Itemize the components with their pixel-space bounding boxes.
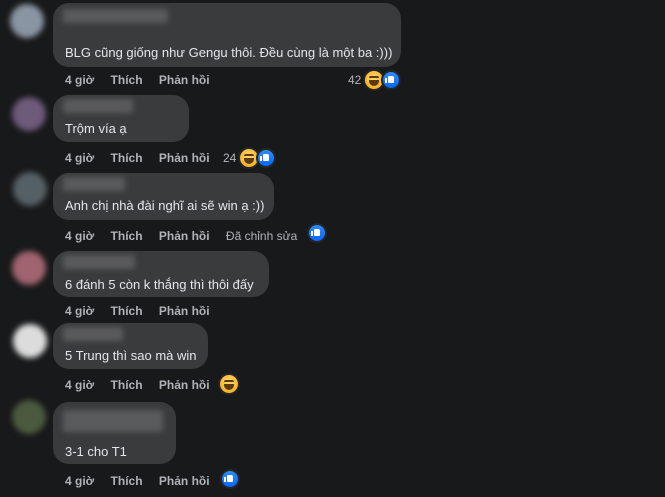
comment-actions: 4 giờ Thích Phản hồi — [65, 474, 223, 488]
comment-text: BLG cũng giống như Gengu thôi. Đều cùng … — [65, 45, 393, 60]
comment-bubble: 3-1 cho T1 — [53, 402, 176, 464]
comment-actions: 4 giờ Thích Phản hồi Đã chỉnh sửa — [65, 229, 310, 243]
reaction-count: 24 — [223, 151, 237, 165]
reactions[interactable] — [218, 373, 240, 395]
comment-actions: 4 giờ Thích Phản hồi — [65, 304, 223, 318]
avatar[interactable] — [12, 251, 46, 285]
like-button[interactable]: Thích — [111, 378, 143, 392]
commenter-name-blurred[interactable] — [63, 177, 125, 191]
like-reaction-icon — [307, 223, 327, 243]
avatar[interactable] — [10, 4, 44, 38]
reactions[interactable]: 42 — [348, 69, 402, 91]
like-reaction-icon — [256, 148, 277, 168]
reaction-count: 42 — [348, 73, 362, 87]
avatar[interactable] — [13, 172, 47, 206]
like-button[interactable]: Thích — [111, 73, 143, 87]
commenter-name-blurred[interactable] — [63, 255, 135, 269]
comment-bubble: 6 đánh 5 còn k thắng thì thôi đấy — [53, 251, 269, 297]
comment-text: Trộm vía ạ — [65, 121, 127, 136]
comment-bubble: BLG cũng giống như Gengu thôi. Đều cùng … — [53, 3, 401, 67]
commenter-name-blurred[interactable] — [63, 9, 168, 23]
avatar[interactable] — [12, 97, 46, 131]
comment-actions: 4 giờ Thích Phản hồi — [65, 378, 223, 392]
comment-bubble: 5 Trung thì sao mà win — [53, 323, 208, 369]
comment-text: Anh chị nhà đài nghĩ ai sẽ win ạ :)) — [65, 198, 265, 213]
like-button[interactable]: Thích — [111, 474, 143, 488]
reactions[interactable]: 24 — [223, 147, 277, 169]
like-reaction-icon — [381, 70, 402, 90]
commenter-name-blurred[interactable] — [63, 327, 123, 341]
commenter-name-blurred[interactable] — [63, 410, 163, 432]
edited-label[interactable]: Đã chỉnh sửa — [226, 229, 297, 243]
comment-actions: 4 giờ Thích Phản hồi — [65, 151, 223, 165]
haha-reaction-icon — [218, 373, 240, 395]
like-button[interactable]: Thích — [111, 229, 143, 243]
reply-button[interactable]: Phản hồi — [159, 229, 210, 243]
reactions[interactable] — [220, 469, 240, 489]
reply-button[interactable]: Phản hồi — [159, 474, 210, 488]
reply-button[interactable]: Phản hồi — [159, 304, 210, 318]
comment-time[interactable]: 4 giờ — [65, 151, 94, 165]
comment-time[interactable]: 4 giờ — [65, 304, 94, 318]
comment-text: 6 đánh 5 còn k thắng thì thôi đấy — [65, 277, 254, 292]
reactions[interactable] — [307, 223, 327, 243]
comment-text: 5 Trung thì sao mà win — [65, 348, 197, 363]
reply-button[interactable]: Phản hồi — [159, 73, 210, 87]
like-button[interactable]: Thích — [111, 151, 143, 165]
reply-button[interactable]: Phản hồi — [159, 151, 210, 165]
comment-time[interactable]: 4 giờ — [65, 378, 94, 392]
comment-actions: 4 giờ Thích Phản hồi — [65, 73, 223, 87]
avatar[interactable] — [13, 324, 47, 358]
comment-time[interactable]: 4 giờ — [65, 229, 94, 243]
avatar[interactable] — [12, 400, 46, 434]
like-reaction-icon — [220, 469, 240, 489]
commenter-name-blurred[interactable] — [63, 99, 133, 113]
comment-bubble: Anh chị nhà đài nghĩ ai sẽ win ạ :)) — [53, 173, 274, 220]
reply-button[interactable]: Phản hồi — [159, 378, 210, 392]
comment-time[interactable]: 4 giờ — [65, 474, 94, 488]
comment-text: 3-1 cho T1 — [65, 444, 127, 459]
comment-bubble: Trộm vía ạ — [53, 95, 189, 142]
comment-time[interactable]: 4 giờ — [65, 73, 94, 87]
like-button[interactable]: Thích — [111, 304, 143, 318]
